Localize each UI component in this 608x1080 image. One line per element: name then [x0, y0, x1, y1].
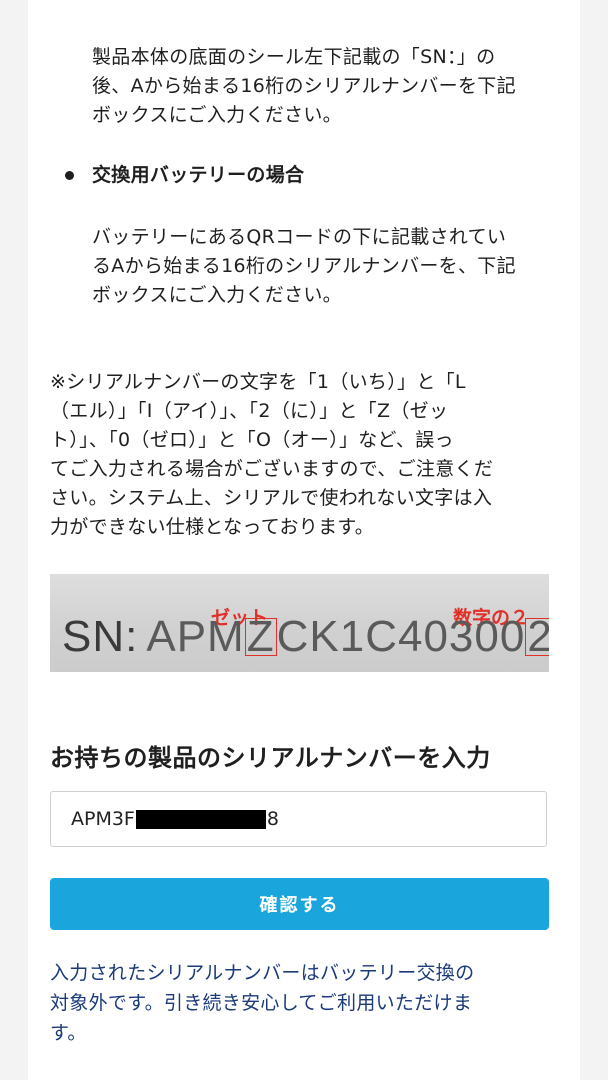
result-line-2: 対象外です。引き続き安心してご利用いただけま — [50, 992, 473, 1014]
result-message: 入力されたシリアルナンバーはバッテリー交換の 対象外です。引き続き安心してご利用… — [50, 958, 550, 1048]
serial-note: ※シリアルナンバーの文字を「1（いち）」と「L （エル）」「I（アイ）」、「2（… — [50, 368, 493, 542]
product-instructions: 製品本体の底面のシール左下記載の「SN：」の 後、Aから始まる16桁のシリアルナ… — [92, 43, 516, 130]
serial-input[interactable]: APM3F 8 — [50, 791, 547, 847]
note-line-3: ト）」、「0（ゼロ）」と「O（オー）」など、誤っ — [50, 429, 454, 451]
product-line-3: ボックスにご入力ください。 — [92, 104, 342, 126]
serial-example-image: ゼット 数字の２ SN:APMZCK1C4030029 — [50, 574, 549, 672]
sn-highlight-z: Z — [244, 612, 277, 661]
note-line-2: （エル）」「I（アイ）」、「2（に）」と「Z（ゼッ — [50, 400, 449, 422]
battery-line-2: るAから始まる16桁のシリアルナンバーを、下記 — [92, 255, 516, 277]
result-line-1: 入力されたシリアルナンバーはバッテリー交換の — [50, 962, 475, 984]
product-line-2: 後、Aから始まる16桁のシリアルナンバーを下記 — [92, 75, 516, 97]
serial-input-prefix: APM3F — [71, 808, 135, 830]
note-line-4: てご入力される場合がございますので、ご注意くだ — [50, 458, 494, 480]
note-line-5: さい。システム上、シリアルで使われない文字は入 — [50, 487, 493, 509]
battery-heading: 交換用バッテリーの場合 — [92, 164, 305, 186]
battery-line-3: ボックスにご入力ください。 — [92, 284, 342, 306]
sn-prefix: SN: — [62, 612, 139, 661]
serial-example-text: SN:APMZCK1C4030029 — [62, 612, 549, 662]
confirm-button[interactable]: 確認する — [50, 878, 549, 930]
result-line-3: す。 — [50, 1022, 87, 1044]
redaction-bar — [135, 809, 266, 829]
note-line-1: ※シリアルナンバーの文字を「1（いち）」と「L — [50, 371, 466, 393]
serial-input-title: お持ちの製品のシリアルナンバーを入力 — [50, 744, 491, 772]
serial-input-suffix: 8 — [266, 808, 279, 830]
battery-instructions: バッテリーにあるQRコードの下に記載されてい るAから始まる16桁のシリアルナン… — [92, 223, 516, 310]
battery-line-1: バッテリーにあるQRコードの下に記載されてい — [92, 226, 507, 248]
note-line-6: 力ができない仕様となっております。 — [50, 516, 375, 538]
bullet-icon — [65, 171, 74, 180]
sn-part-2: CK1C40300 — [276, 612, 526, 661]
product-line-1: 製品本体の底面のシール左下記載の「SN：」の — [92, 46, 496, 68]
sn-part-1: APM — [146, 612, 245, 661]
sn-highlight-two: 2 — [525, 615, 549, 659]
